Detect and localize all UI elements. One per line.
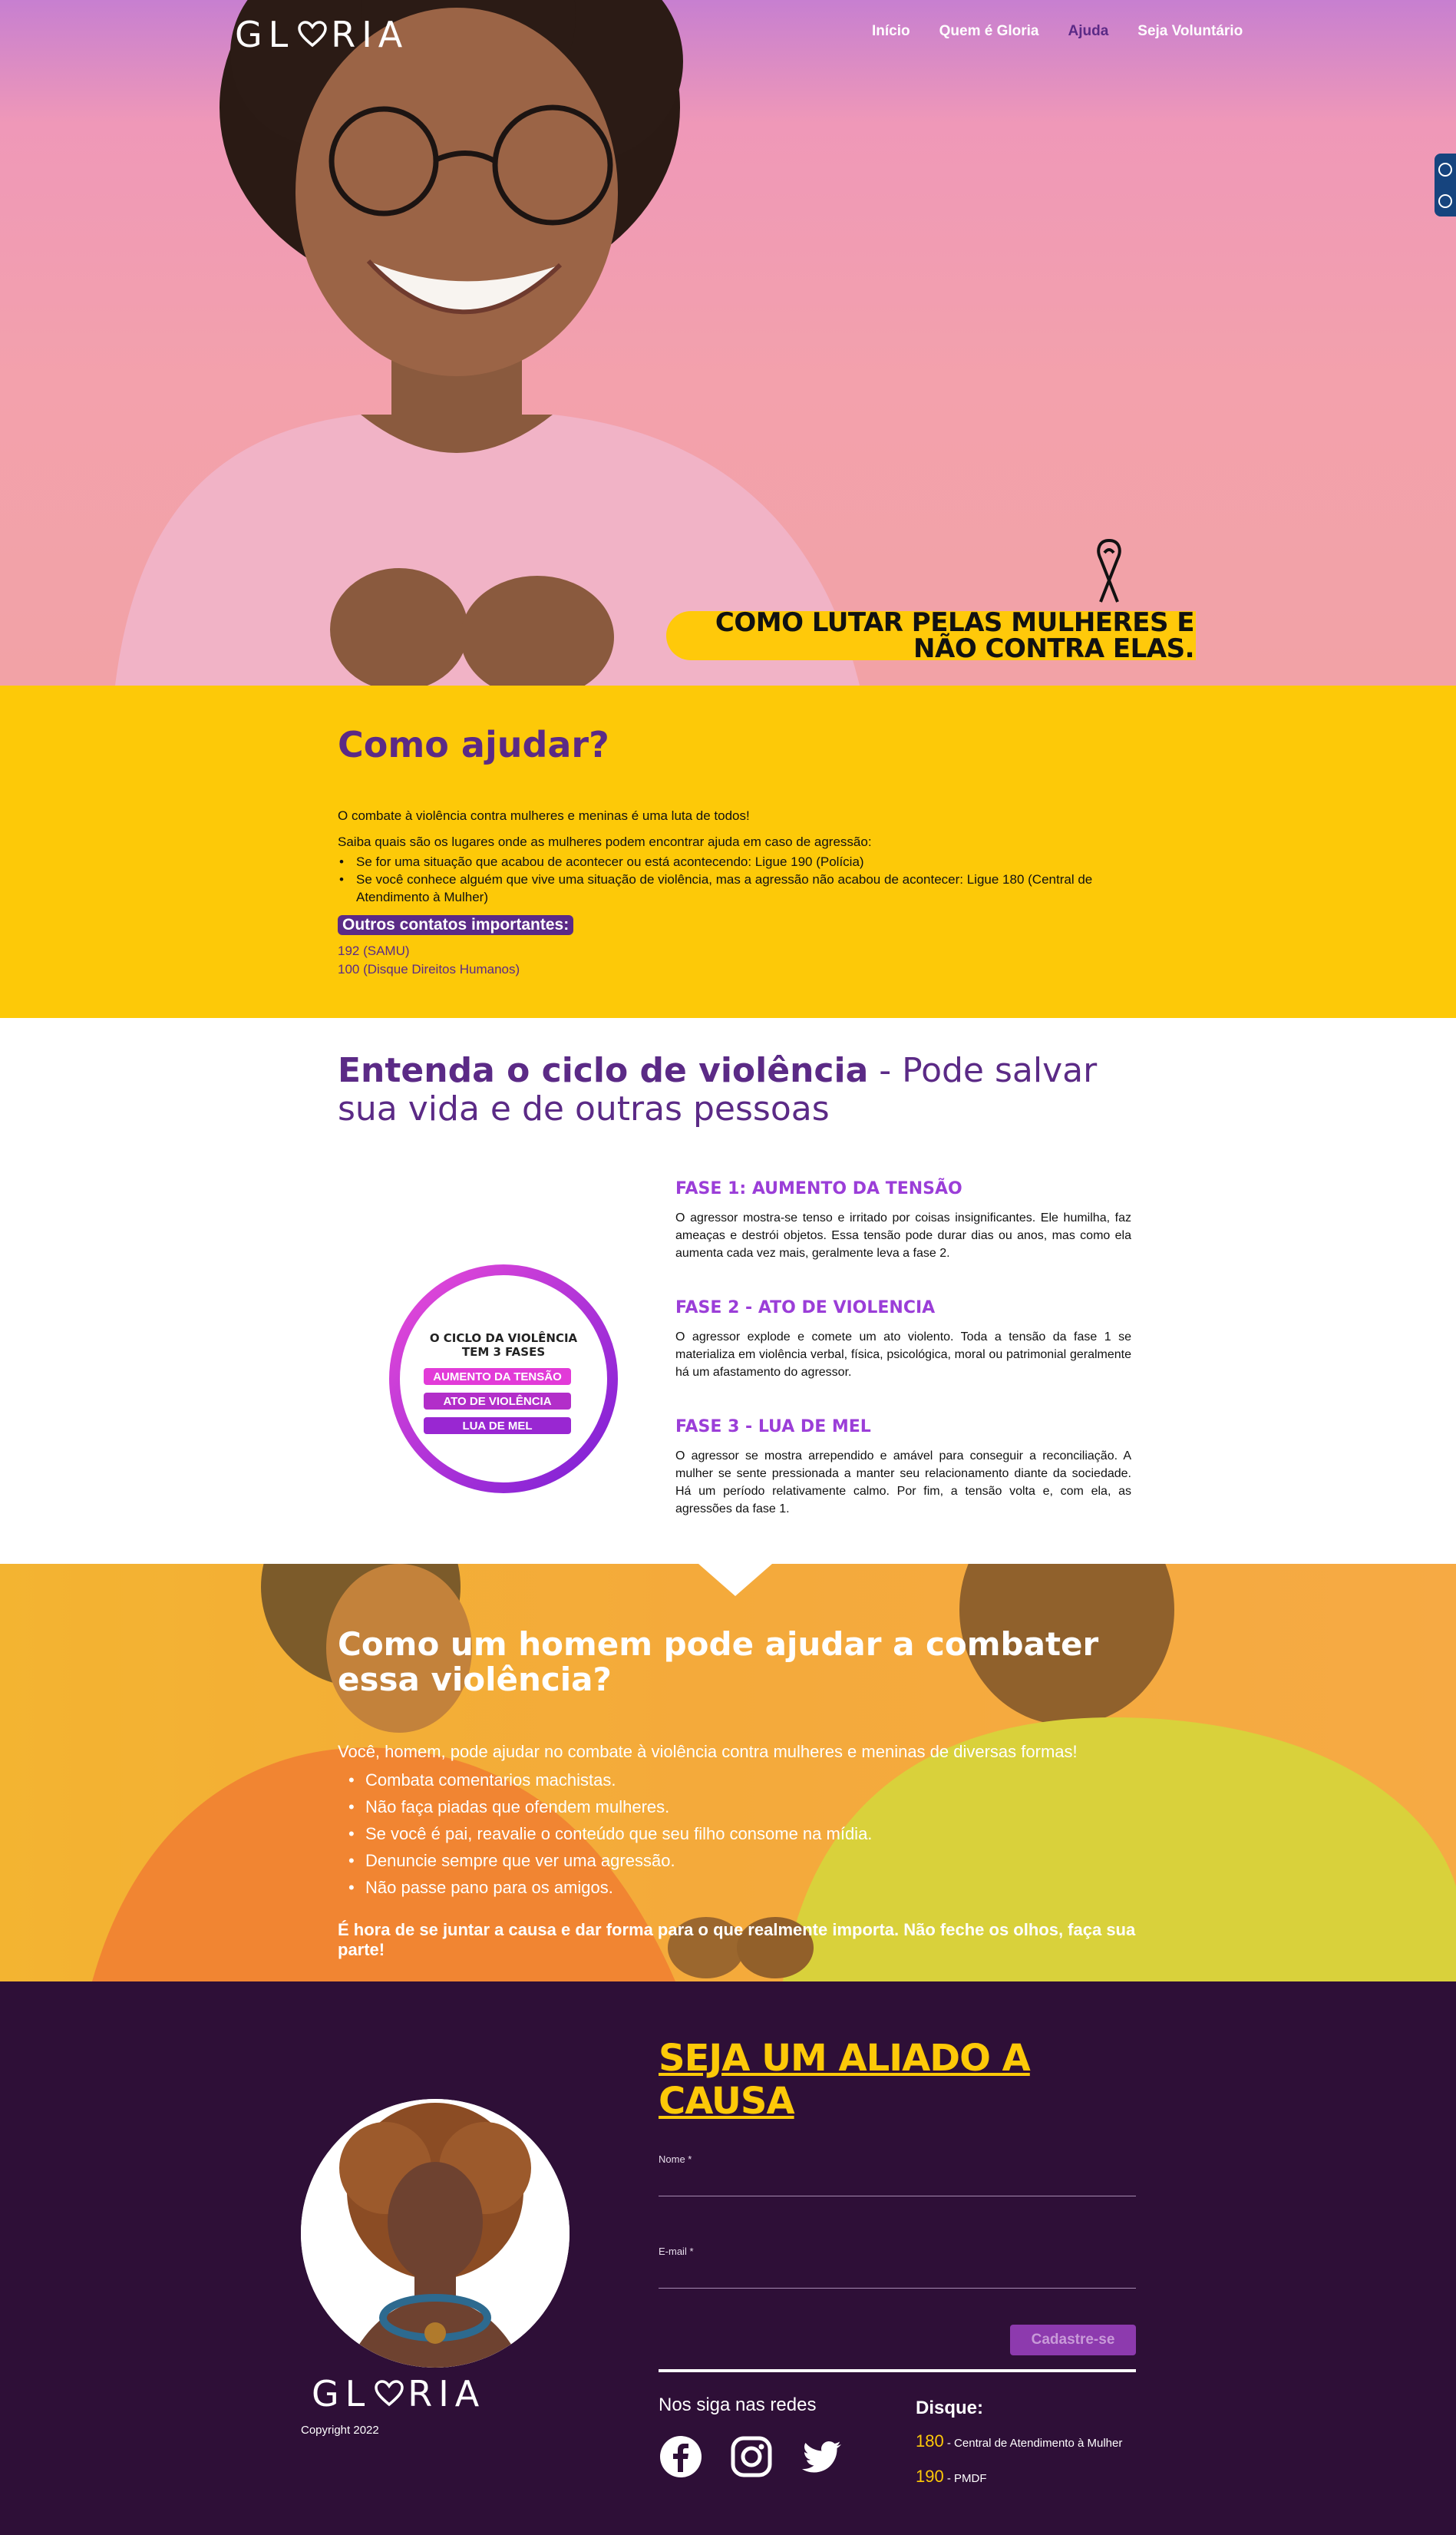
- list-item: Se for uma situação que acabou de aconte…: [338, 853, 1136, 871]
- cycle-pill-honeymoon: LUA DE MEL: [462, 1420, 532, 1433]
- eye-icon[interactable]: [1438, 193, 1452, 208]
- help-intro: O combate à violência contra mulheres e …: [338, 808, 750, 823]
- disque-title: Disque:: [916, 2398, 984, 2418]
- hero-section: GL RIA Início Quem é Gloria Ajuda Seja V…: [0, 0, 1456, 686]
- contact-direitos-humanos: 100 (Disque Direitos Humanos): [338, 962, 520, 977]
- men-intro: Você, homem, pode ajudar no combate à vi…: [338, 1742, 1078, 1761]
- social-links: [659, 2434, 844, 2479]
- email-field-label: E-mail *: [659, 2246, 694, 2257]
- list-item: Se você é pai, reavalie o conteúdo que s…: [338, 1820, 872, 1847]
- men-help-section: Como um homem pode ajudar a combater ess…: [0, 1564, 1456, 1981]
- section-arrow-notch: [698, 1564, 772, 1596]
- submit-button[interactable]: Cadastre-se: [1010, 2325, 1136, 2355]
- nav-ajuda[interactable]: Ajuda: [1068, 23, 1109, 40]
- hero-photo: [115, 0, 860, 686]
- twitter-icon[interactable]: [800, 2434, 844, 2479]
- phone-190: 190 - PMDF: [916, 2467, 987, 2486]
- volunteer-avatar: [301, 2099, 570, 2368]
- accessibility-widget[interactable]: [1435, 154, 1456, 216]
- violence-cycle-section: Entenda o ciclo de violência - Pode salv…: [0, 1018, 1456, 1564]
- main-nav: Início Quem é Gloria Ajuda Seja Voluntár…: [872, 23, 1243, 40]
- site-logo[interactable]: GL RIA: [235, 14, 408, 55]
- list-item: Combata comentarios machistas.: [338, 1767, 872, 1793]
- name-field[interactable]: [659, 2166, 1136, 2189]
- phase-2: FASE 2 - ATO DE VIOLENCIA O agressor exp…: [675, 1298, 1131, 1381]
- facebook-icon[interactable]: [659, 2434, 703, 2479]
- phase-text: O agressor se mostra arrependido e amáve…: [675, 1449, 1131, 1515]
- violence-cycle-graphic: O CICLO DA VIOLÊNCIA TEM 3 FASES AUMENTO…: [389, 1264, 618, 1493]
- list-item: Se você conhece alguém que vive uma situ…: [338, 871, 1136, 906]
- men-title: Como um homem pode ajudar a combater ess…: [338, 1625, 1099, 1698]
- cycle-title: Entenda o ciclo de violência - Pode salv…: [338, 1051, 1098, 1129]
- list-item: Denuncie sempre que ver uma agressão.: [338, 1847, 872, 1874]
- cycle-pill-tension: AUMENTO DA TENSÃO: [433, 1370, 562, 1383]
- phase-text: O agressor explode e comete um ato viole…: [675, 1330, 1131, 1379]
- heart-logo-icon: [375, 2380, 404, 2407]
- help-title: Como ajudar?: [338, 724, 609, 765]
- nav-seja-voluntario[interactable]: Seja Voluntário: [1137, 23, 1243, 40]
- list-item: Não passe pano para os amigos.: [338, 1874, 872, 1901]
- name-field-label: Nome *: [659, 2153, 692, 2165]
- accessibility-icon[interactable]: [1438, 162, 1452, 177]
- hero-tagline: COMO LUTAR PELAS MULHERES E NÃO CONTRA E…: [715, 607, 1195, 664]
- cycle-graphic-heading-2: TEM 3 FASES: [462, 1345, 545, 1359]
- contact-samu: 192 (SAMU): [338, 944, 410, 958]
- men-call-to-action: É hora de se juntar a causa e dar forma …: [338, 1920, 1136, 1959]
- instagram-icon[interactable]: [729, 2434, 774, 2479]
- other-contacts-badge: Outros contatos importantes:: [338, 915, 574, 935]
- phase-1: FASE 1: AUMENTO DA TENSÃO O agressor mos…: [675, 1179, 1131, 1262]
- footer-logo[interactable]: GL RIA: [312, 2373, 485, 2414]
- phase-3: FASE 3 - LUA DE MEL O agressor se mostra…: [675, 1417, 1131, 1518]
- list-item: Não faça piadas que ofendem mulheres.: [338, 1793, 872, 1820]
- help-section: Como ajudar? O combate à violência contr…: [0, 686, 1456, 1018]
- cycle-graphic-heading-1: O CICLO DA VIOLÊNCIA: [430, 1330, 578, 1345]
- phase-title: FASE 3 - LUA DE MEL: [675, 1417, 871, 1436]
- ally-title: SEJA UM ALIADO A CAUSA: [659, 2037, 1031, 2123]
- phase-title: FASE 1: AUMENTO DA TENSÃO: [675, 1179, 962, 1198]
- email-field-underline: [659, 2288, 1136, 2289]
- phase-title: FASE 2 - ATO DE VIOLENCIA: [675, 1298, 936, 1317]
- nav-inicio[interactable]: Início: [872, 23, 910, 40]
- help-list: Se for uma situação que acabou de aconte…: [338, 853, 1136, 906]
- men-list: Combata comentarios machistas. Não faça …: [338, 1767, 872, 1901]
- cycle-pill-violence: ATO DE VIOLÊNCIA: [443, 1394, 551, 1408]
- phase-text: O agressor mostra-se tenso e irritado po…: [675, 1211, 1131, 1260]
- copyright: Copyright 2022: [301, 2424, 379, 2437]
- help-subintro: Saiba quais são os lugares onde as mulhe…: [338, 835, 872, 849]
- phone-180: 180 - Central de Atendimento à Mulher: [916, 2431, 1123, 2451]
- email-field[interactable]: [659, 2258, 1136, 2281]
- nav-quem-e-gloria[interactable]: Quem é Gloria: [939, 23, 1039, 40]
- footer-divider: [659, 2369, 1136, 2372]
- follow-label: Nos siga nas redes: [659, 2395, 817, 2415]
- footer: GL RIA Copyright 2022 SEJA UM ALIADO A C…: [0, 1981, 1456, 2535]
- heart-logo-icon: [298, 21, 328, 48]
- awareness-ribbon-icon: [1097, 539, 1121, 603]
